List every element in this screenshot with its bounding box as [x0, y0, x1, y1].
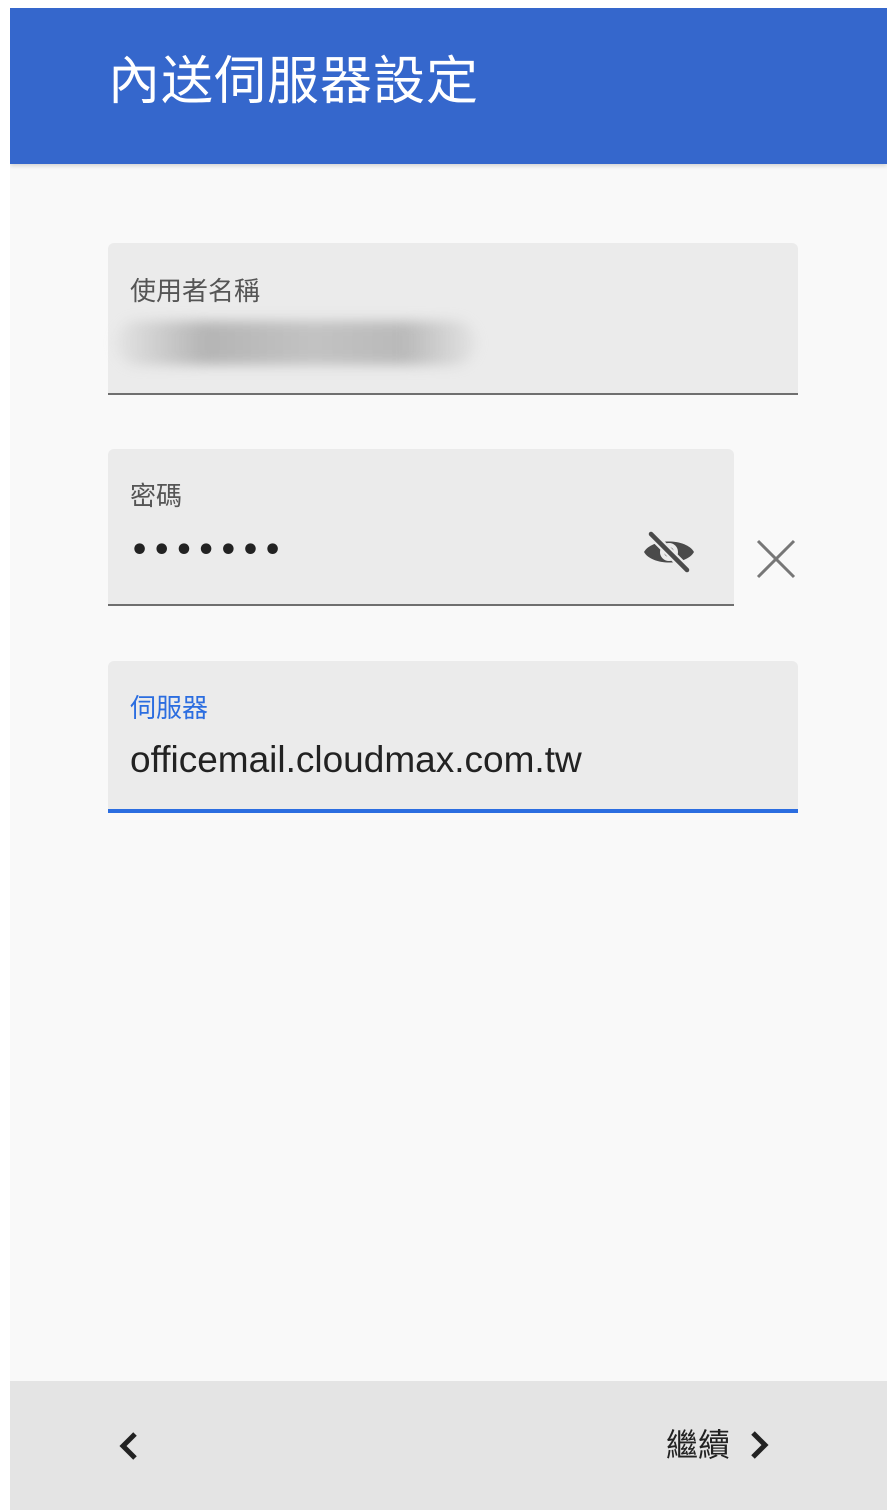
- password-field[interactable]: 密碼 •••••••: [108, 449, 734, 606]
- bottom-navigation-bar: 繼續: [10, 1381, 887, 1510]
- server-field[interactable]: 伺服器 officemail.cloudmax.com.tw: [108, 661, 798, 813]
- password-visibility-toggle[interactable]: [639, 525, 699, 579]
- continue-button[interactable]: 繼續: [666, 1417, 770, 1473]
- app-bar: 內送伺服器設定: [10, 8, 887, 164]
- clear-password-button[interactable]: [750, 533, 802, 585]
- server-input[interactable]: officemail.cloudmax.com.tw: [130, 736, 582, 784]
- chevron-left-icon: [119, 1432, 137, 1460]
- username-field[interactable]: 使用者名稱: [108, 243, 798, 395]
- back-button[interactable]: [104, 1421, 154, 1471]
- chevron-right-icon: [751, 1431, 769, 1459]
- screen: 內送伺服器設定 使用者名稱 密碼 ••••••• 伺服器 officemail.…: [10, 8, 887, 1510]
- eye-off-icon: [644, 531, 694, 573]
- close-icon: [756, 539, 796, 579]
- password-value: •••••••: [130, 533, 286, 568]
- page-title: 內送伺服器設定: [108, 52, 480, 112]
- password-label: 密碼: [130, 482, 183, 512]
- username-value-redacted: [116, 321, 476, 365]
- server-label: 伺服器: [130, 694, 209, 724]
- continue-label: 繼續: [666, 1426, 731, 1464]
- username-label: 使用者名稱: [130, 277, 261, 307]
